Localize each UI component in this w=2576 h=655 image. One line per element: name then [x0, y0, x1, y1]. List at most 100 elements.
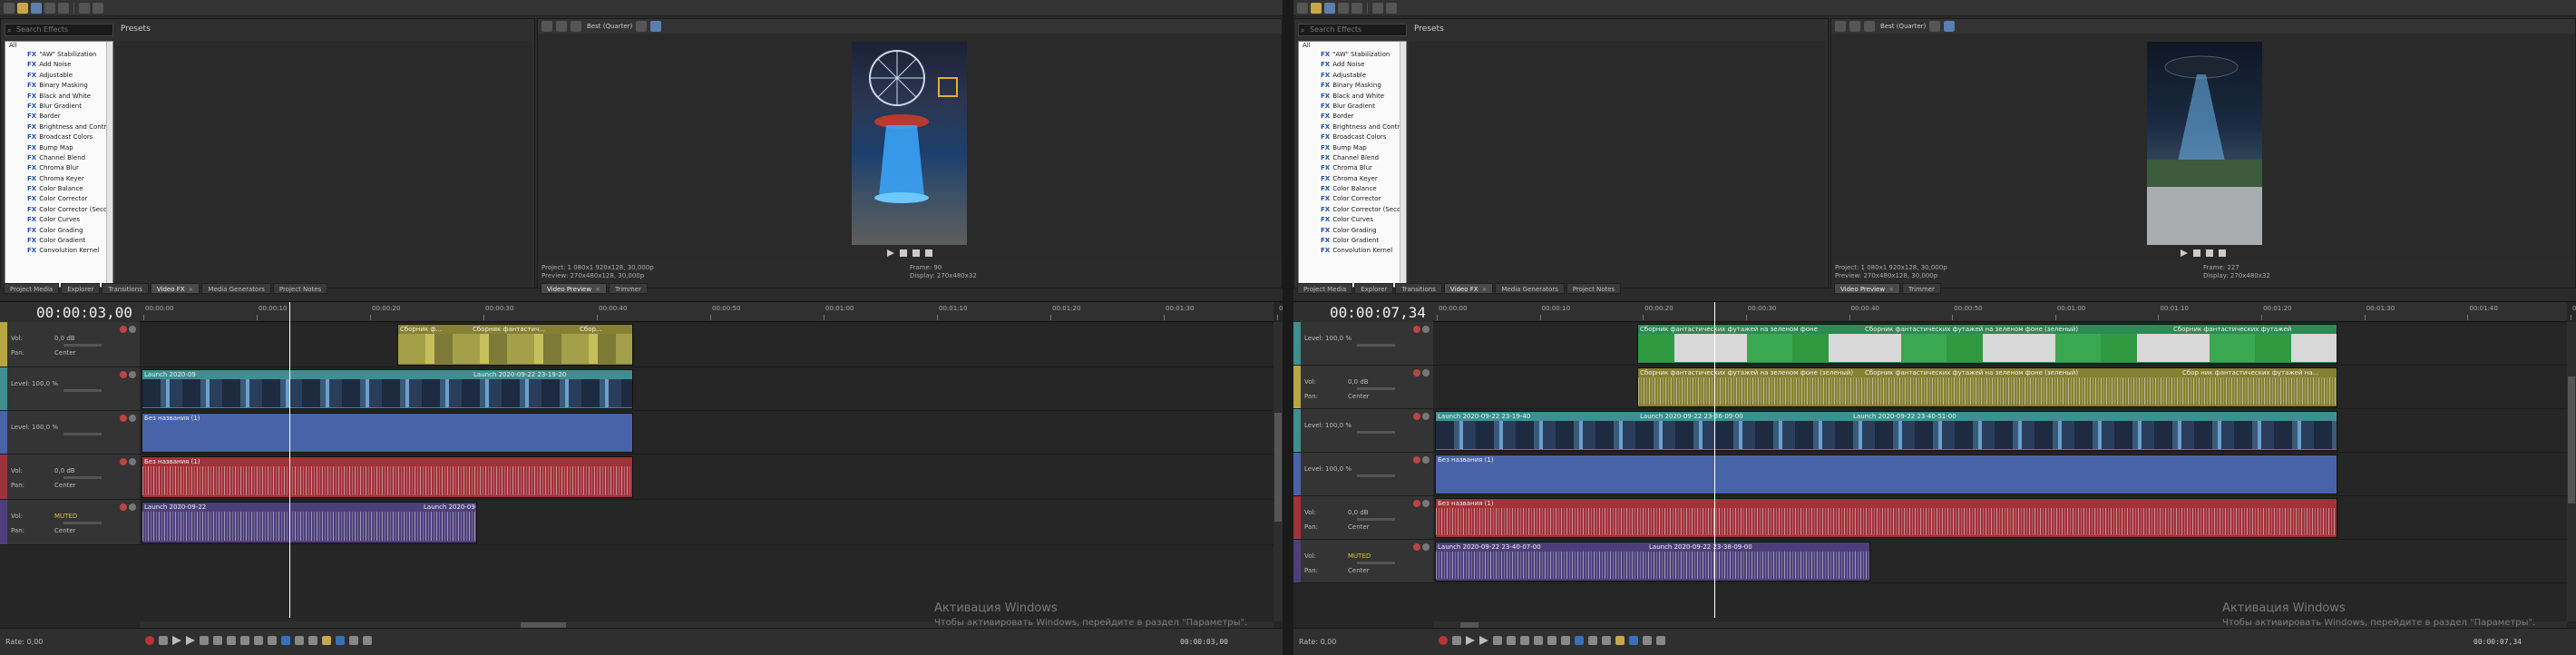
- fx-tree-item[interactable]: FXColor Corrector (Secondary): [1299, 205, 1406, 215]
- track-slider[interactable]: [63, 344, 102, 347]
- tab-video-preview[interactable]: Video Preview ×: [541, 283, 607, 294]
- track-header[interactable]: Vol: 0,0 dB Pan: Center: [1293, 496, 1433, 540]
- clip-video[interactable]: Launch 2020-09 Launch 2020-09-22 23-19-2…: [141, 369, 633, 409]
- play-icon[interactable]: [1479, 636, 1488, 645]
- mute-icon[interactable]: [120, 458, 127, 465]
- scrollbar-thumb[interactable]: [2568, 376, 2575, 503]
- fx-tree-item[interactable]: FX Border: [5, 112, 112, 122]
- marker-icon[interactable]: [1615, 636, 1625, 645]
- fx-tree-item[interactable]: FX Convolution Kernel: [5, 246, 112, 256]
- mute-icon[interactable]: [1413, 456, 1420, 464]
- normal-edit-tool-icon[interactable]: [1575, 636, 1584, 645]
- solo-icon[interactable]: [129, 326, 136, 333]
- tab-project-notes[interactable]: Project Notes: [272, 283, 328, 294]
- stop-icon[interactable]: [2206, 249, 2213, 257]
- fx-tree-item[interactable]: FX Binary Masking: [1299, 81, 1406, 91]
- undo-icon[interactable]: [79, 2, 90, 14]
- clip-olive[interactable]: Сборник фантастических футажей на зелено…: [1637, 367, 2337, 407]
- fx-tree-item[interactable]: FX Color Corrector: [5, 194, 112, 204]
- fx-tree-root[interactable]: All: [1299, 42, 1406, 50]
- overlays-icon[interactable]: [1929, 21, 1941, 32]
- fx-search-input[interactable]: ⌕ Search Effects: [5, 24, 113, 36]
- mute-icon[interactable]: [1413, 326, 1420, 333]
- track-header[interactable]: Level: 100,0 %: [1293, 409, 1433, 453]
- track-slider[interactable]: [1357, 562, 1395, 564]
- clip-blue[interactable]: Без названия (1): [1435, 455, 2337, 494]
- auto-ripple-icon[interactable]: [1643, 636, 1652, 645]
- mute-icon[interactable]: [120, 326, 127, 333]
- fx-tree-item[interactable]: FX Bump Map: [1299, 143, 1406, 153]
- tab-project-notes[interactable]: Project Notes: [1566, 283, 1622, 294]
- clip-video-green[interactable]: Сборник фантастических футажей на зелено…: [1637, 324, 2337, 364]
- tab-explorer[interactable]: Explorer: [61, 283, 101, 294]
- menu-icon[interactable]: [2219, 249, 2226, 257]
- fx-tree-item[interactable]: FX Binary Masking: [5, 81, 112, 91]
- tab-trimmer[interactable]: Trimmer: [608, 283, 648, 294]
- solo-icon[interactable]: [1422, 326, 1429, 333]
- mute-icon[interactable]: [120, 415, 127, 422]
- pause-icon[interactable]: [900, 249, 907, 257]
- overlays-icon[interactable]: [636, 21, 648, 32]
- fx-tree-scrollbar[interactable]: [106, 42, 112, 287]
- solo-icon[interactable]: [1422, 369, 1429, 376]
- fx-tree-item[interactable]: FX Black and White: [5, 92, 112, 102]
- fx-tree-item[interactable]: FX Color Grading: [5, 226, 112, 236]
- solo-icon[interactable]: [1422, 500, 1429, 507]
- prev-frame-icon[interactable]: [254, 636, 263, 645]
- pause-icon[interactable]: [2193, 249, 2200, 257]
- track-slider[interactable]: [1357, 344, 1395, 347]
- envelope-tool-icon[interactable]: [295, 636, 304, 645]
- tab-video-fx[interactable]: Video FX ×: [1443, 283, 1494, 294]
- fx-tree-item[interactable]: FX Add Noise: [1299, 60, 1406, 70]
- stop-icon[interactable]: [213, 636, 222, 645]
- record-icon[interactable]: [145, 636, 154, 645]
- mute-icon[interactable]: [1413, 369, 1420, 376]
- track-header[interactable]: Level: 100,0 %: [0, 367, 140, 411]
- play-icon[interactable]: [887, 249, 894, 257]
- mute-icon[interactable]: [1413, 413, 1420, 420]
- fx-tree[interactable]: All FX "AW" Stabilization FX Add Noise FX Adj…: [5, 41, 113, 288]
- track-header[interactable]: Level: 100,0 %: [1293, 322, 1433, 366]
- timeline-vertical-scrollbar[interactable]: [1273, 322, 1283, 621]
- track-header[interactable]: Vol: 0,0 dB Pan: Center: [0, 455, 140, 500]
- play-from-start-icon[interactable]: [172, 636, 181, 645]
- preview-split-icon[interactable]: [1849, 21, 1860, 32]
- loop-icon[interactable]: [1452, 636, 1461, 645]
- fx-tree-item[interactable]: FX Color Curves: [1299, 215, 1406, 225]
- track-slider[interactable]: [63, 389, 102, 392]
- fx-tree-item[interactable]: FX Blur Gradient: [1299, 102, 1406, 112]
- timecode[interactable]: 00:00:03,00: [36, 304, 132, 321]
- fx-tree-item[interactable]: FX Color Gradient: [1299, 236, 1406, 246]
- pause-icon[interactable]: [200, 636, 209, 645]
- preview-split-icon[interactable]: [556, 21, 567, 32]
- mute-icon[interactable]: [120, 503, 127, 511]
- go-to-start-icon[interactable]: [1520, 636, 1529, 645]
- pause-icon[interactable]: [1493, 636, 1502, 645]
- snapshot-icon[interactable]: [1944, 21, 1956, 32]
- play-icon[interactable]: [186, 636, 195, 645]
- preview-settings-icon[interactable]: [1835, 21, 1846, 32]
- mute-icon[interactable]: [120, 371, 127, 378]
- save-icon[interactable]: [31, 2, 42, 14]
- properties-icon[interactable]: [1351, 2, 1362, 14]
- fx-tree-item[interactable]: FX Color Grading: [1299, 226, 1406, 236]
- next-frame-icon[interactable]: [268, 636, 277, 645]
- fx-tree-item[interactable]: FX Color Balance: [1299, 184, 1406, 194]
- preview-quality-select[interactable]: Best (Quarter): [587, 23, 632, 30]
- track-slider[interactable]: [1357, 474, 1395, 477]
- redo-icon[interactable]: [1386, 2, 1397, 14]
- time-ruler[interactable]: 00:00:00 00:00:10 00:00:20 00:00:30 00:00:40…: [1433, 302, 2576, 322]
- playhead[interactable]: [1714, 302, 1715, 618]
- render-icon[interactable]: [1338, 2, 1349, 14]
- track-header[interactable]: Level: 100,0 %: [0, 411, 140, 455]
- fx-tree-item[interactable]: FX Brightness and Contrast: [1299, 122, 1406, 132]
- solo-icon[interactable]: [129, 458, 136, 465]
- close-icon[interactable]: ×: [189, 286, 194, 293]
- menu-icon[interactable]: [925, 249, 932, 257]
- track-header[interactable]: Vol: MUTED Pan: Center: [0, 500, 140, 545]
- lock-envelopes-icon[interactable]: [1656, 636, 1665, 645]
- track-slider[interactable]: [1357, 431, 1395, 434]
- preview-fx-icon[interactable]: [571, 21, 581, 32]
- solo-icon[interactable]: [129, 415, 136, 422]
- track-slider[interactable]: [63, 433, 102, 435]
